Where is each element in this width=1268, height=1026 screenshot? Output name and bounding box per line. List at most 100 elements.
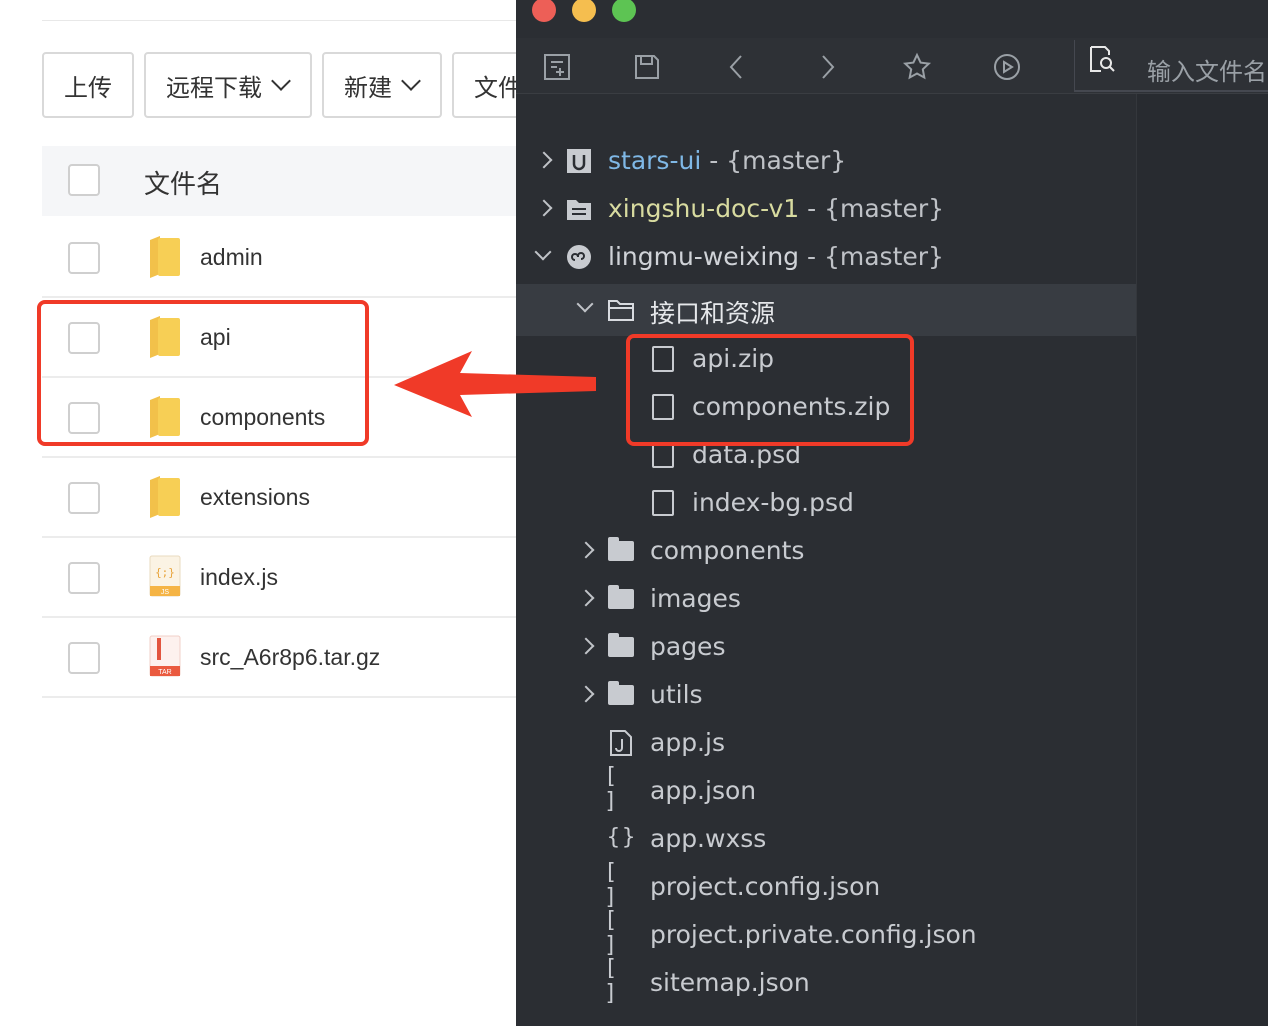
row-checkbox[interactable]: [68, 562, 100, 594]
file-name: project.private.config.json: [650, 920, 977, 949]
star-icon[interactable]: [900, 50, 934, 84]
file-item[interactable]: app.js: [516, 720, 1136, 768]
folder-name: 接口和资源: [650, 299, 776, 328]
js-file-icon: {;} JS: [149, 555, 181, 597]
tar-badge: TAR: [158, 669, 171, 676]
upload-button[interactable]: 上传: [42, 52, 134, 118]
chevron-right-icon[interactable]: [536, 196, 556, 220]
find-file-icon: [1085, 42, 1119, 76]
chevron-down-icon: [401, 71, 421, 91]
folder-name: utils: [650, 680, 703, 709]
project-name: xingshu-doc-v1: [608, 194, 800, 223]
project-item-lingmu-weixing[interactable]: lingmu-weixing - {master}: [516, 234, 1136, 282]
folder-icon: [608, 633, 634, 660]
chevron-right-icon[interactable]: [536, 148, 556, 172]
svg-text:{;}: {;}: [155, 566, 175, 579]
chevron-down-icon[interactable]: [534, 244, 554, 268]
project-name: stars-ui: [608, 146, 702, 175]
file-label: 文件: [474, 73, 520, 102]
js-badge: JS: [161, 589, 170, 596]
new-label: 新建: [344, 73, 392, 102]
highlight-box: [37, 300, 369, 446]
filename-column-header[interactable]: 文件名: [144, 164, 222, 201]
upload-label: 上传: [64, 73, 112, 102]
select-all-checkbox[interactable]: [68, 164, 100, 196]
row-checkbox[interactable]: [68, 482, 100, 514]
forward-icon[interactable]: [810, 50, 844, 84]
style-file-icon: {}: [606, 824, 638, 850]
file-name: app.js: [650, 728, 725, 757]
file-name[interactable]: src_A6r8p6.tar.gz: [200, 644, 380, 671]
chevron-right-icon[interactable]: [578, 682, 598, 706]
file-name: index-bg.psd: [692, 488, 854, 517]
folder-item-open[interactable]: 接口和资源: [516, 284, 1136, 336]
remote-download-label: 远程下载: [166, 73, 262, 102]
chevron-right-icon[interactable]: [578, 586, 598, 610]
close-window-button[interactable]: [532, 0, 556, 22]
folder-item[interactable]: pages: [516, 624, 1136, 672]
file-name: project.config.json: [650, 872, 881, 901]
table-row[interactable]: extensions: [42, 458, 520, 538]
file-button[interactable]: 文件: [452, 52, 520, 118]
json-file-icon: [ ]: [604, 860, 620, 910]
project-item-stars-ui[interactable]: stars-ui - {master}: [516, 138, 1136, 186]
table-header: 文件名: [42, 146, 520, 216]
new-file-icon[interactable]: [540, 50, 574, 84]
open-folder-icon: [608, 297, 634, 323]
save-icon[interactable]: [630, 50, 664, 84]
back-icon[interactable]: [720, 50, 754, 84]
project-name: lingmu-weixing: [608, 242, 800, 271]
folder-name: components: [650, 536, 805, 565]
folder-item[interactable]: utils: [516, 672, 1136, 720]
chevron-right-icon[interactable]: [578, 538, 598, 562]
file-item[interactable]: [ ] sitemap.json: [516, 956, 1136, 1008]
branch-label: - {master}: [709, 146, 847, 175]
folder-icon: [608, 681, 634, 708]
chevron-right-icon[interactable]: [578, 634, 598, 658]
folder-item[interactable]: images: [516, 576, 1136, 624]
play-icon[interactable]: [990, 50, 1024, 84]
file-search-input[interactable]: 输入文件名: [1074, 40, 1268, 92]
branch-label: - {master}: [807, 242, 944, 271]
arrow-left-icon: [394, 351, 596, 417]
file-item[interactable]: [ ] project.private.config.json: [516, 908, 1136, 960]
mini-program-icon: [566, 244, 592, 270]
file-name[interactable]: index.js: [200, 564, 278, 591]
table-row[interactable]: {;} JS index.js: [42, 538, 520, 618]
search-placeholder: 输入文件名: [1147, 58, 1267, 86]
file-item[interactable]: index-bg.psd: [516, 480, 1136, 528]
file-item[interactable]: {} app.wxss: [516, 816, 1136, 864]
folder-icon: [150, 236, 180, 278]
minimize-window-button[interactable]: [572, 0, 596, 22]
folder-item[interactable]: components: [516, 528, 1136, 576]
folder-icon: [608, 537, 634, 564]
folder-name: pages: [650, 632, 726, 661]
title-bar: [516, 0, 1268, 38]
file-name: app.json: [650, 776, 757, 805]
file-name[interactable]: admin: [200, 244, 263, 271]
json-file-icon: [ ]: [604, 908, 620, 958]
project-icon: [566, 148, 592, 174]
project-item-xingshu-doc[interactable]: xingshu-doc-v1 - {master}: [516, 186, 1136, 234]
new-button[interactable]: 新建: [322, 52, 442, 118]
chevron-down-icon[interactable]: [576, 296, 596, 320]
folder-icon: [608, 585, 634, 612]
folder-name: images: [650, 584, 741, 613]
table-row[interactable]: TAR src_A6r8p6.tar.gz: [42, 618, 520, 698]
file-name[interactable]: extensions: [200, 484, 310, 511]
table-row[interactable]: admin: [42, 218, 520, 298]
editor-side-panel: [1136, 94, 1268, 1026]
divider: [42, 20, 520, 21]
maximize-window-button[interactable]: [612, 0, 636, 22]
row-checkbox[interactable]: [68, 242, 100, 274]
chevron-down-icon: [271, 71, 291, 91]
json-file-icon: [ ]: [604, 764, 620, 814]
folder-icon: [150, 476, 180, 518]
file-manager-panel: 上传 远程下载 新建 文件 文件名 admin api components e…: [0, 0, 520, 1026]
editor-window: 输入文件名 stars-ui - {master} xingshu-doc-v1…: [516, 0, 1268, 1026]
file-item[interactable]: [ ] app.json: [516, 764, 1136, 816]
file-name: sitemap.json: [650, 968, 810, 997]
file-item[interactable]: [ ] project.config.json: [516, 860, 1136, 912]
row-checkbox[interactable]: [68, 642, 100, 674]
remote-download-button[interactable]: 远程下载: [144, 52, 312, 118]
